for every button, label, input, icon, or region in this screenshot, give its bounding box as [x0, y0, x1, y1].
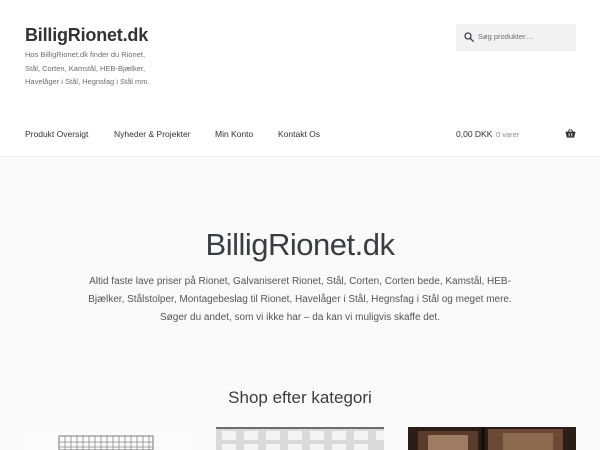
search-icon	[464, 32, 474, 42]
nav-item-nyheder-projekter[interactable]: Nyheder & Projekter	[114, 129, 191, 139]
nav-item-kontakt-os[interactable]: Kontakt Os	[278, 129, 320, 139]
shop-by-category-heading: Shop efter kategori	[228, 388, 372, 407]
hero-section: BilligRionet.dk Altid faste lave priser …	[0, 158, 600, 450]
hero-description: Altid faste lave priser på Rionet, Galva…	[88, 276, 512, 323]
steel-grid-image	[216, 427, 384, 450]
cart-count: 0 varer	[496, 130, 520, 139]
category-card-stal[interactable]	[216, 427, 384, 450]
site-tagline: Hos BilligRionet.dk finder du Rionet, St…	[25, 50, 150, 86]
category-card-rionet[interactable]	[25, 427, 192, 450]
rionet-mesh-image	[58, 435, 154, 450]
cart-link[interactable]: 0,00 DKK 0 varer	[456, 128, 576, 142]
basket-icon	[565, 128, 576, 138]
search-input[interactable]: Søg produkter…	[478, 32, 533, 41]
nav-item-min-konto[interactable]: Min Konto	[215, 129, 253, 139]
site-title[interactable]: BilligRionet.dk	[25, 25, 148, 46]
category-card-corten[interactable]	[408, 427, 576, 450]
search-field[interactable]: Søg produkter…	[456, 24, 576, 51]
nav-item-produkt-oversigt[interactable]: Produkt Oversigt	[25, 129, 88, 139]
cart-amount: 0,00 DKK	[456, 129, 493, 139]
hero-title: BilligRionet.dk	[205, 227, 395, 262]
corten-image	[408, 427, 576, 450]
site-header: BilligRionet.dk Hos BilligRionet.dk find…	[0, 0, 600, 157]
